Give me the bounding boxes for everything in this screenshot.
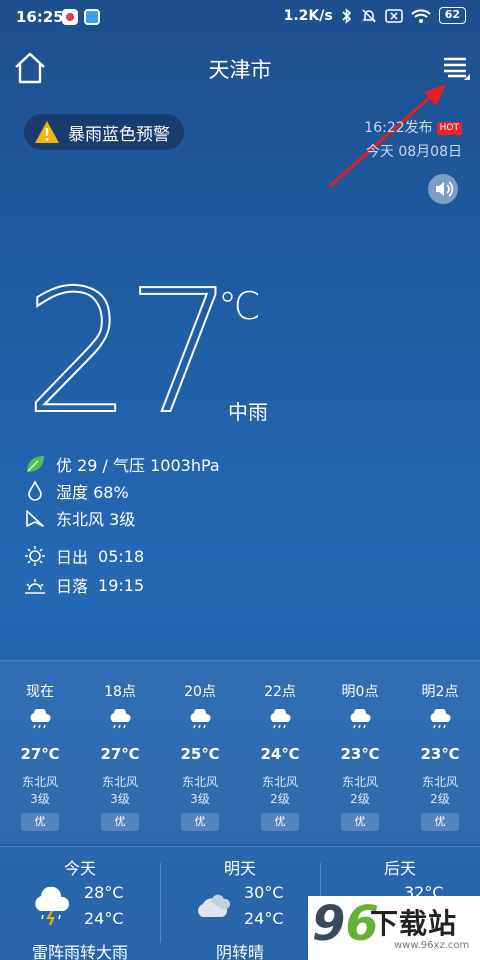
hour-temp: 27℃ — [20, 745, 60, 763]
hourly-forecast[interactable]: 现在 27℃ 东北风 3级 优 18点 27℃ 东北风 3级 优 20点 25℃… — [0, 660, 480, 844]
sunrise-row: 日出 05:18 — [24, 544, 144, 568]
hour-aqi-badge: 优 — [341, 813, 379, 831]
weather-alert-badge[interactable]: 暴雨蓝色预警 — [24, 114, 184, 150]
bluetooth-icon — [342, 7, 351, 24]
app-notification-icon — [62, 9, 78, 25]
sunset-time: 19:15 — [98, 575, 145, 595]
rain-cloud-icon — [270, 709, 291, 729]
hour-aqi-badge: 优 — [181, 813, 219, 831]
rain-cloud-icon — [30, 709, 51, 729]
day-high: 30°C — [244, 883, 284, 902]
speaker-icon — [436, 181, 454, 197]
hour-aqi-badge: 优 — [421, 813, 459, 831]
app-notification-icon-2 — [84, 9, 100, 25]
hour-label: 22点 — [264, 684, 296, 700]
hour-aqi-badge: 优 — [101, 813, 139, 831]
rain-cloud-icon — [110, 709, 131, 729]
site-watermark: 96 下载站 www.96xz.com — [308, 896, 480, 960]
alert-label: 暴雨蓝色预警 — [68, 124, 170, 145]
net-speed: 1.2K/s — [283, 7, 333, 24]
hour-temp: 24℃ — [260, 745, 300, 763]
hour-wind-level: 2级 — [430, 792, 450, 806]
day-desc: 阴转晴 — [215, 943, 264, 960]
hour-wind-dir: 东北风 — [181, 775, 218, 789]
rain-cloud-icon — [350, 709, 371, 729]
humidity-row: 湿度 68% — [24, 479, 129, 503]
hour-wind-dir: 东北风 — [21, 775, 58, 789]
current-temperature: 27 — [23, 254, 235, 452]
sunrise-time: 05:18 — [98, 546, 145, 566]
wind-text: 东北风 3级 — [56, 510, 136, 529]
day-name: 今天 — [63, 859, 96, 878]
hot-badge: HOT — [436, 121, 462, 135]
temperature-unit: ℃ — [218, 284, 261, 328]
hour-wind-level: 2级 — [350, 792, 370, 806]
hour-wind-dir: 东北风 — [421, 775, 458, 789]
hour-label: 明2点 — [421, 684, 459, 700]
day-name: 明天 — [223, 859, 256, 878]
mute-bell-icon — [361, 8, 376, 23]
wifi-icon — [410, 8, 431, 23]
hour-label: 明0点 — [341, 684, 379, 700]
hour-aqi-badge: 优 — [21, 813, 59, 831]
sunrise-icon — [25, 546, 45, 566]
hour-wind-dir: 东北风 — [101, 775, 138, 789]
hour-wind-level: 3级 — [190, 792, 210, 806]
hour-aqi-badge: 优 — [261, 813, 299, 831]
hour-wind-level: 3级 — [30, 792, 50, 806]
sunset-icon — [25, 579, 45, 594]
status-time: 16:25 — [16, 8, 64, 26]
hour-temp: 27℃ — [100, 745, 140, 763]
hour-label: 现在 — [26, 684, 54, 700]
sim-off-icon — [384, 8, 403, 23]
day-low: 24°C — [84, 909, 124, 928]
sunset-row: 日落 19:15 — [24, 573, 144, 597]
publish-info: 16:22发布 HOT 今天 08月08日 — [364, 116, 462, 164]
aqi-pressure-text: 优 29 / 气压 1003hPa — [56, 456, 220, 475]
battery-indicator: 62 — [438, 7, 466, 24]
thunderstorm-icon — [35, 887, 70, 926]
daily-item[interactable]: 明天 30°C 24°C 阴转晴 — [160, 847, 320, 960]
hour-label: 18点 — [104, 684, 136, 700]
hour-wind-level: 3级 — [110, 792, 130, 806]
rain-cloud-icon — [190, 709, 211, 729]
warning-icon — [35, 121, 59, 143]
wind-row: 东北风 3级 — [24, 506, 135, 530]
watermark-logo: 96 — [312, 896, 379, 952]
rain-cloud-icon — [430, 709, 451, 729]
hour-wind-level: 2级 — [270, 792, 290, 806]
leaf-icon — [27, 456, 44, 472]
day-low: 24°C — [244, 909, 284, 928]
status-right: 1.2K/s 62 — [284, 7, 466, 24]
hour-temp: 23℃ — [420, 745, 460, 763]
day-desc: 雷阵雨转大雨 — [31, 943, 128, 960]
hour-wind-dir: 东北风 — [341, 775, 378, 789]
watermark-url: www.96xz.com — [394, 940, 470, 951]
watermark-text: 下载站 — [370, 907, 458, 940]
hour-temp: 25℃ — [180, 745, 220, 763]
publish-date: 今天 08月08日 — [365, 144, 462, 160]
cloudy-icon — [198, 894, 231, 917]
status-bar: 16:25 1.2K/s 62 — [0, 0, 480, 34]
speaker-button[interactable] — [428, 174, 458, 204]
humidity-text: 湿度 68% — [56, 483, 129, 502]
sunset-label: 日落 — [56, 577, 89, 596]
daily-item[interactable]: 今天 28°C 24°C 雷阵雨转大雨 — [0, 847, 160, 960]
day-name: 后天 — [383, 859, 416, 878]
sunrise-label: 日出 — [56, 548, 89, 567]
current-condition: 中雨 — [228, 400, 268, 424]
aqi-pressure-row[interactable]: 优 29 / 气压 1003hPa — [24, 452, 220, 476]
day-high: 28°C — [84, 883, 124, 902]
water-drop-icon — [28, 480, 42, 501]
hour-wind-dir: 东北风 — [261, 775, 298, 789]
wind-direction-icon — [26, 510, 44, 527]
hour-label: 20点 — [184, 684, 216, 700]
publish-time: 16:22发布 — [364, 120, 433, 136]
hour-temp: 23℃ — [340, 745, 380, 763]
